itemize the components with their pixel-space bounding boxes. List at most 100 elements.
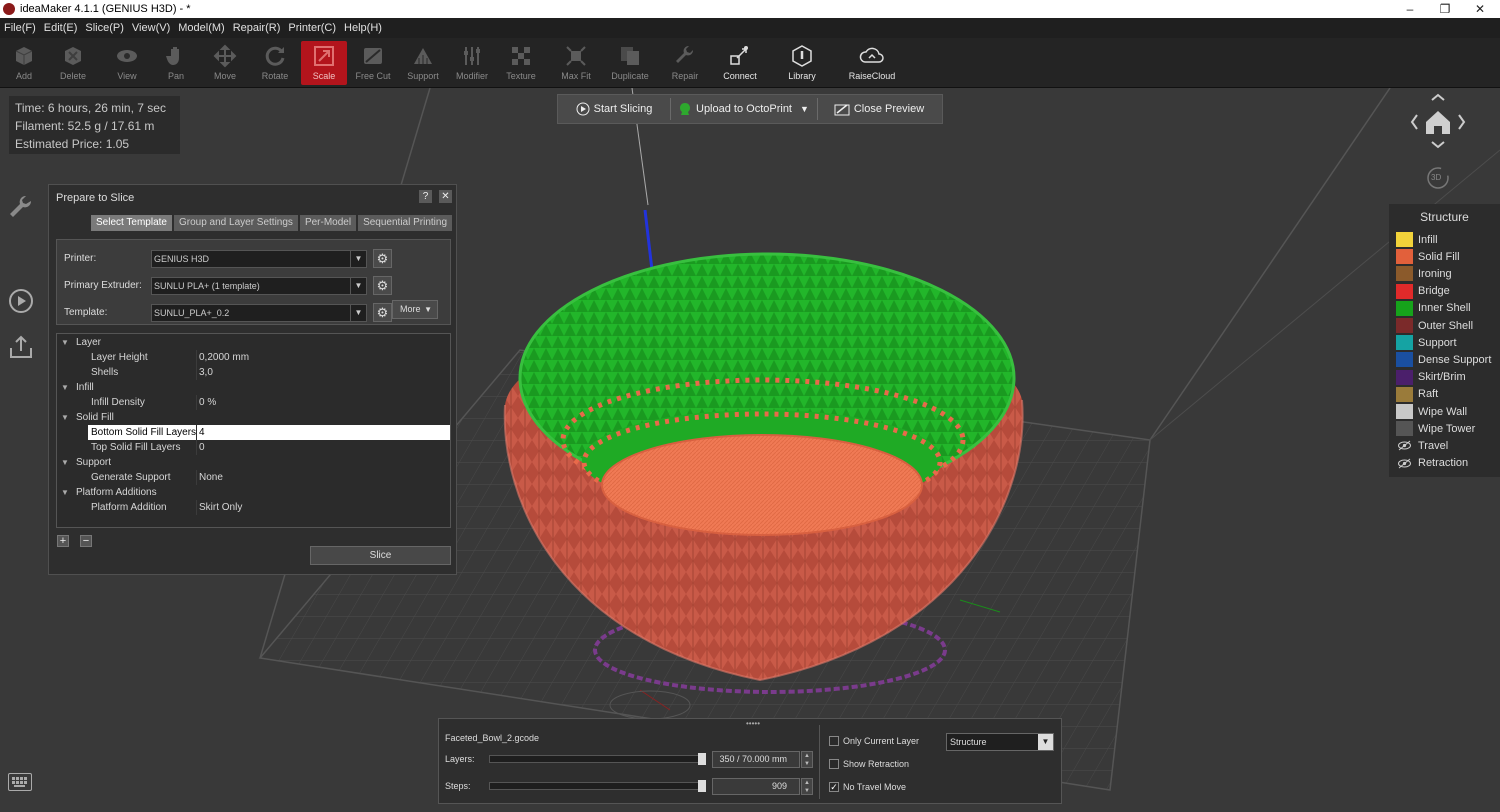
chevron-down-icon[interactable]: ▼ bbox=[800, 104, 809, 114]
modifier-button[interactable]: Modifier bbox=[449, 41, 495, 85]
legend-item[interactable]: Infill bbox=[1396, 231, 1438, 248]
arrow-left-icon[interactable] bbox=[1410, 114, 1418, 130]
expand-all-icon[interactable]: + bbox=[57, 535, 69, 547]
layers-slider-thumb[interactable] bbox=[698, 753, 706, 765]
show-retraction-checkbox[interactable]: Show Retraction bbox=[829, 759, 909, 769]
repair-button[interactable]: Repair bbox=[662, 41, 708, 85]
menu-slice[interactable]: Slice(P) bbox=[85, 22, 124, 34]
arrow-right-icon[interactable] bbox=[1458, 114, 1466, 130]
only-current-layer-checkbox[interactable]: Only Current Layer bbox=[829, 736, 919, 746]
setting-row-selected[interactable]: Bottom Solid Fill Layers 4 bbox=[57, 425, 450, 440]
move-button[interactable]: Move bbox=[202, 41, 248, 85]
extruder-settings-gear-icon[interactable]: ⚙ bbox=[373, 276, 392, 295]
no-travel-move-checkbox[interactable]: ✓ No Travel Move bbox=[829, 782, 906, 792]
steps-slider[interactable] bbox=[489, 780, 706, 792]
minimize-button[interactable]: – bbox=[1392, 0, 1428, 18]
scale-button[interactable]: Scale bbox=[301, 41, 347, 85]
menu-repair[interactable]: Repair(R) bbox=[233, 22, 281, 34]
keyboard-shortcuts-icon[interactable] bbox=[8, 773, 32, 791]
view-button[interactable]: View bbox=[104, 41, 150, 85]
drag-grip[interactable]: ••••• bbox=[746, 719, 760, 728]
maximize-button[interactable]: ❐ bbox=[1427, 0, 1463, 18]
layers-slider[interactable] bbox=[489, 753, 706, 765]
help-button[interactable]: ? bbox=[419, 190, 432, 203]
tab-group-layer-settings[interactable]: Group and Layer Settings bbox=[173, 215, 298, 231]
group-infill[interactable]: ▼ Infill bbox=[57, 380, 450, 395]
template-settings-gear-icon[interactable]: ⚙ bbox=[373, 303, 392, 322]
printer-select[interactable]: GENIUS H3D ▼ bbox=[151, 250, 367, 268]
collapse-all-icon[interactable]: − bbox=[80, 535, 92, 547]
more-button[interactable]: More ▼ bbox=[392, 300, 438, 319]
menu-edit[interactable]: Edit(E) bbox=[44, 22, 78, 34]
group-platform-additions[interactable]: ▼ Platform Additions bbox=[57, 485, 450, 500]
legend-item[interactable]: Solid Fill bbox=[1396, 248, 1460, 265]
legend-item[interactable]: Wipe Tower bbox=[1396, 420, 1475, 437]
legend-item[interactable]: Bridge bbox=[1396, 283, 1450, 300]
arrow-down-icon[interactable] bbox=[1431, 141, 1445, 149]
template-select[interactable]: SUNLU_PLA+_0.2 ▼ bbox=[151, 304, 367, 322]
layers-spinner[interactable]: ▲ ▼ bbox=[801, 751, 813, 768]
library-button[interactable]: Library bbox=[779, 41, 825, 85]
steps-slider-thumb[interactable] bbox=[698, 780, 706, 792]
setting-row[interactable]: Shells 3,0 bbox=[57, 365, 450, 380]
wrench-icon[interactable] bbox=[8, 194, 34, 220]
tab-select-template[interactable]: Select Template bbox=[91, 215, 172, 231]
view-mode-select[interactable]: Structure ▼ bbox=[946, 733, 1054, 751]
support-button[interactable]: Support bbox=[400, 41, 446, 85]
connect-button[interactable]: Connect bbox=[717, 41, 763, 85]
setting-row[interactable]: Top Solid Fill Layers 0 bbox=[57, 440, 450, 455]
arrow-up-icon[interactable] bbox=[1431, 93, 1445, 101]
steps-spinner[interactable]: ▲ ▼ bbox=[801, 778, 813, 795]
texture-button[interactable]: Texture bbox=[498, 41, 544, 85]
setting-row[interactable]: Platform Addition Skirt Only bbox=[57, 500, 450, 515]
menu-help[interactable]: Help(H) bbox=[344, 22, 382, 34]
close-dialog-button[interactable]: ✕ bbox=[439, 190, 452, 203]
legend-item[interactable]: Retraction bbox=[1396, 455, 1468, 472]
checkbox-box[interactable] bbox=[829, 736, 839, 746]
tab-sequential-printing[interactable]: Sequential Printing bbox=[358, 215, 453, 231]
upload-octoprint-button[interactable]: Upload to OctoPrint ▼ bbox=[671, 94, 817, 124]
close-window-button[interactable]: ✕ bbox=[1462, 0, 1498, 18]
tab-per-model[interactable]: Per-Model bbox=[299, 215, 357, 231]
legend-item[interactable]: Raft bbox=[1396, 386, 1438, 403]
checkmark-icon[interactable]: ✓ bbox=[829, 782, 839, 792]
add-button[interactable]: Add bbox=[1, 41, 47, 85]
close-preview-button[interactable]: Close Preview bbox=[818, 94, 940, 124]
setting-value-input[interactable]: 4 bbox=[199, 425, 205, 440]
setting-row[interactable]: Layer Height 0,2000 mm bbox=[57, 350, 450, 365]
rotate-button[interactable]: Rotate bbox=[252, 41, 298, 85]
layers-value-input[interactable]: 350 / 70.000 mm bbox=[712, 751, 800, 768]
legend-item[interactable]: Travel bbox=[1396, 437, 1448, 454]
legend-item[interactable]: Outer Shell bbox=[1396, 317, 1473, 334]
legend-item[interactable]: Ironing bbox=[1396, 265, 1452, 282]
preview-play-icon[interactable] bbox=[8, 288, 34, 314]
printer-settings-gear-icon[interactable]: ⚙ bbox=[373, 249, 392, 268]
setting-row[interactable]: Generate Support None bbox=[57, 470, 450, 485]
group-solid-fill[interactable]: ▼ Solid Fill bbox=[57, 410, 450, 425]
legend-item[interactable]: Support bbox=[1396, 334, 1457, 351]
export-icon[interactable] bbox=[8, 334, 34, 360]
menu-file[interactable]: File(F) bbox=[4, 22, 36, 34]
duplicate-button[interactable]: Duplicate bbox=[607, 41, 653, 85]
menu-printer[interactable]: Printer(C) bbox=[288, 22, 336, 34]
menu-model[interactable]: Model(M) bbox=[178, 22, 224, 34]
delete-button[interactable]: Delete bbox=[50, 41, 96, 85]
setting-key: Infill Density bbox=[91, 397, 145, 408]
legend-item[interactable]: Skirt/Brim bbox=[1396, 369, 1466, 386]
group-layer[interactable]: ▼ Layer bbox=[57, 335, 450, 350]
max-fit-button[interactable]: Max Fit bbox=[553, 41, 599, 85]
legend-item[interactable]: Dense Support bbox=[1396, 351, 1491, 368]
group-support[interactable]: ▼ Support bbox=[57, 455, 450, 470]
checkbox-box[interactable] bbox=[829, 759, 839, 769]
steps-value-input[interactable]: 909 bbox=[712, 778, 800, 795]
extruder-select[interactable]: SUNLU PLA+ (1 template) ▼ bbox=[151, 277, 367, 295]
raisecloud-button[interactable]: RaiseCloud bbox=[849, 41, 895, 85]
legend-item[interactable]: Inner Shell bbox=[1396, 300, 1471, 317]
legend-item[interactable]: Wipe Wall bbox=[1396, 403, 1467, 420]
slice-button[interactable]: Slice bbox=[310, 546, 451, 565]
setting-row[interactable]: Infill Density 0 % bbox=[57, 395, 450, 410]
menu-view[interactable]: View(V) bbox=[132, 22, 170, 34]
free-cut-button[interactable]: Free Cut bbox=[350, 41, 396, 85]
pan-button[interactable]: Pan bbox=[153, 41, 199, 85]
start-slicing-button[interactable]: Start Slicing bbox=[558, 94, 670, 124]
